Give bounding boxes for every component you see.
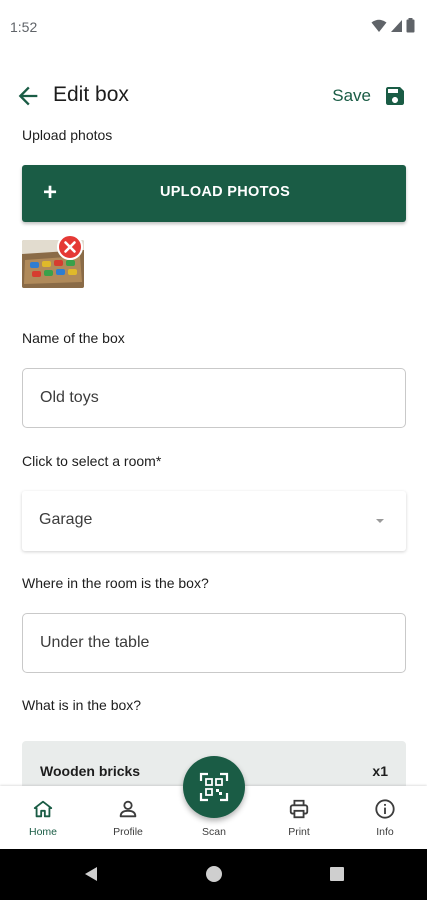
wifi-icon <box>371 19 387 32</box>
contents-label: What is in the box? <box>22 697 142 713</box>
status-icons <box>371 18 415 33</box>
qr-scan-icon <box>199 772 229 802</box>
nav-label-info: Info <box>376 826 394 838</box>
back-triangle-icon[interactable] <box>82 865 100 883</box>
status-bar: 1:52 <box>0 0 427 56</box>
nav-label-profile: Profile <box>113 826 143 838</box>
battery-icon <box>406 18 415 33</box>
status-time: 1:52 <box>10 19 38 35</box>
back-button[interactable] <box>14 82 42 110</box>
nav-item-print[interactable]: Print <box>269 798 329 846</box>
home-circle-icon[interactable] <box>205 865 223 883</box>
remove-photo-button[interactable] <box>57 234 83 260</box>
signal-icon <box>391 19 402 32</box>
close-icon <box>64 241 76 253</box>
box-location-input[interactable]: Under the table <box>22 613 406 673</box>
box-location-value: Under the table <box>40 634 150 651</box>
name-field-label: Name of the box <box>22 330 125 346</box>
room-select[interactable]: Garage <box>22 491 406 551</box>
location-field-label: Where in the room is the box? <box>22 575 209 591</box>
nav-item-profile[interactable]: Profile <box>98 798 158 846</box>
arrow-back-icon <box>18 86 38 106</box>
home-icon <box>33 800 53 818</box>
box-name-value: Old toys <box>40 389 99 406</box>
item-quantity: x1 <box>372 763 388 779</box>
nav-label-scan: Scan <box>202 826 226 838</box>
nav-label-print: Print <box>288 826 310 838</box>
room-field-label: Click to select a room* <box>22 453 162 469</box>
nav-item-info[interactable]: Info <box>355 798 415 846</box>
page-title: Edit box <box>53 83 129 106</box>
floppy-disk-icon <box>386 87 404 105</box>
system-nav-bar <box>0 849 427 900</box>
scan-button[interactable] <box>183 756 245 818</box>
item-name: Wooden bricks <box>40 763 141 779</box>
upload-section-label: Upload photos <box>22 127 113 143</box>
room-select-value: Garage <box>39 511 93 528</box>
person-icon <box>119 800 137 818</box>
app-bar: Edit box Save <box>0 72 427 120</box>
save-button[interactable]: Save <box>332 80 407 112</box>
nav-label-home: Home <box>28 826 57 838</box>
box-name-input[interactable]: Old toys <box>22 368 406 428</box>
info-icon <box>375 799 395 819</box>
printer-icon <box>289 799 309 819</box>
dropdown-arrow-icon <box>376 519 384 523</box>
upload-photos-label: UPLOAD PHOTOS <box>159 184 291 200</box>
nav-item-home[interactable]: Home <box>13 798 73 846</box>
recents-square-icon[interactable] <box>328 865 346 883</box>
upload-photos-button[interactable]: + UPLOAD PHOTOS <box>22 165 406 222</box>
save-label: Save <box>332 86 371 105</box>
